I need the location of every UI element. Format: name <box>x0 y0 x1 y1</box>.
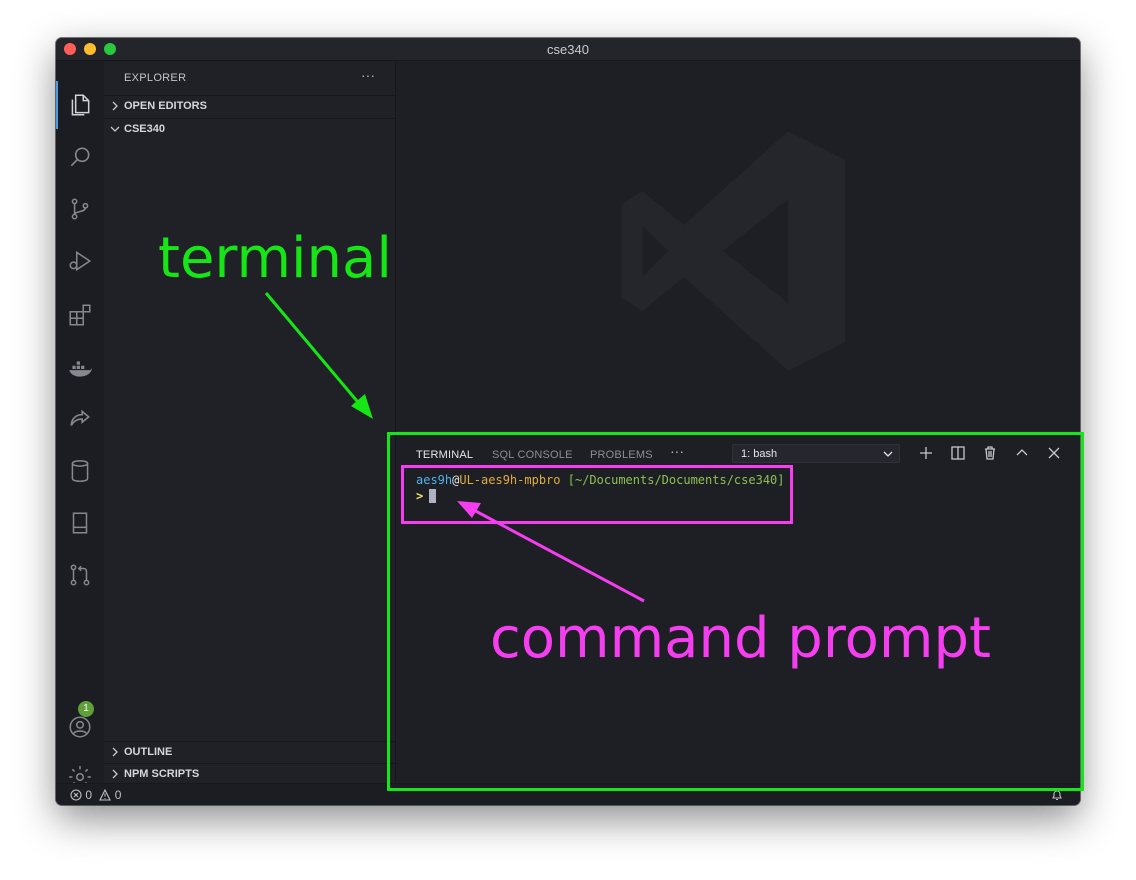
files-icon[interactable] <box>66 91 94 119</box>
docker-icon[interactable] <box>66 355 94 383</box>
live-share-icon[interactable] <box>66 405 94 433</box>
section-label: NPM SCRIPTS <box>124 768 200 780</box>
warning-icon <box>99 788 112 801</box>
section-label: OUTLINE <box>124 746 173 758</box>
prompt-highlight-box <box>401 465 793 524</box>
pull-request-icon[interactable] <box>66 561 94 589</box>
window-title: cse340 <box>547 42 589 57</box>
editor-area <box>396 61 1080 431</box>
run-debug-icon[interactable] <box>66 247 94 275</box>
error-count: 0 <box>85 788 93 802</box>
warning-count: 0 <box>114 788 122 802</box>
book-icon[interactable] <box>66 509 94 537</box>
search-icon[interactable] <box>66 143 94 171</box>
chevron-right-icon <box>112 101 118 111</box>
section-cse340[interactable]: CSE340 <box>104 118 395 140</box>
extensions-icon[interactable] <box>66 301 94 329</box>
section-open-editors[interactable]: OPEN EDITORS <box>104 95 395 117</box>
status-problems[interactable]: 0 0 <box>70 788 121 802</box>
source-control-icon[interactable] <box>66 195 94 223</box>
prompt-annotation-label: command prompt <box>490 606 991 671</box>
section-outline[interactable]: OUTLINE <box>104 741 395 763</box>
chevron-right-icon <box>112 747 118 757</box>
chevron-down-icon <box>110 126 120 132</box>
account-icon[interactable] <box>66 713 94 741</box>
explorer-sidebar: EXPLORER ··· OPEN EDITORS CSE340 OUTLINE… <box>104 61 396 788</box>
active-indicator <box>56 81 58 129</box>
section-label: CSE340 <box>124 123 165 135</box>
account-badge: 1 <box>78 701 94 717</box>
sidebar-title: EXPLORER <box>124 72 187 84</box>
section-npm-scripts[interactable]: NPM SCRIPTS <box>104 763 395 785</box>
chevron-right-icon <box>112 769 118 779</box>
sidebar-more-button[interactable]: ··· <box>361 67 375 83</box>
vscode-logo-watermark-icon <box>621 131 846 371</box>
activity-bar: 1 <box>56 61 104 788</box>
error-icon <box>70 789 82 801</box>
title-bar: cse340 <box>56 38 1080 61</box>
section-label: OPEN EDITORS <box>124 100 207 112</box>
terminal-annotation-label: terminal <box>158 226 392 291</box>
database-icon[interactable] <box>66 457 94 485</box>
